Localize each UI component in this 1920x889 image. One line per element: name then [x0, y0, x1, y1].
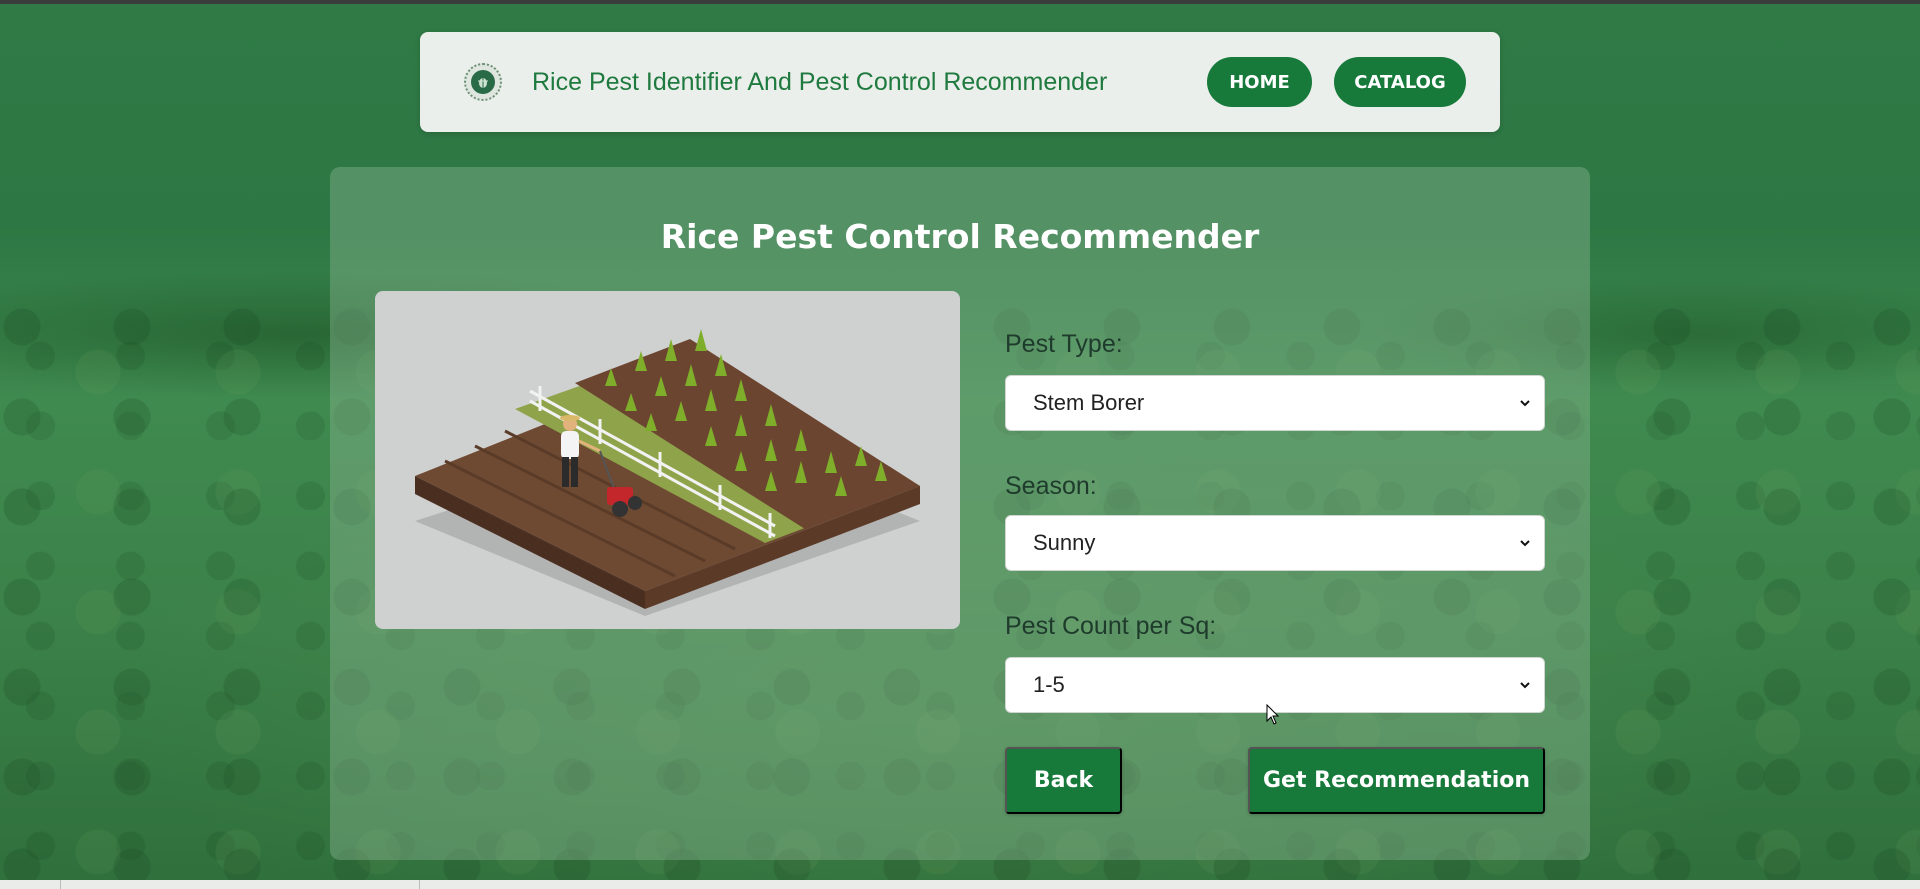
catalog-button[interactable]: CATALOG: [1334, 57, 1466, 107]
taskbar-tab[interactable]: [60, 880, 420, 889]
recommender-card: Rice Pest Control Recommender Pest Type:…: [330, 167, 1590, 860]
taskbar-strip: [0, 880, 1920, 889]
mouse-cursor-icon: [1266, 704, 1280, 725]
pest-count-value: 1-5: [1033, 672, 1065, 697]
season-label: Season:: [1005, 472, 1097, 500]
home-button[interactable]: HOME: [1207, 57, 1312, 107]
season-value: Sunny: [1033, 530, 1096, 555]
navbar: Rice Pest Identifier And Pest Control Re…: [420, 32, 1500, 132]
get-recommendation-button[interactable]: Get Recommendation: [1248, 747, 1545, 814]
chevron-down-icon: [1520, 540, 1530, 547]
chevron-down-icon: [1520, 682, 1530, 689]
pest-type-label: Pest Type:: [1005, 330, 1123, 358]
chevron-down-icon: [1520, 400, 1530, 407]
app-title: Rice Pest Identifier And Pest Control Re…: [532, 68, 1108, 96]
recommendation-form: Pest Type: Stem Borer Season: Sunny Pest…: [1005, 167, 1545, 860]
pest-count-label: Pest Count per Sq:: [1005, 612, 1217, 640]
pest-type-select[interactable]: Stem Borer: [1005, 375, 1545, 431]
leaf-logo-icon[interactable]: [464, 63, 502, 101]
season-select[interactable]: Sunny: [1005, 515, 1545, 571]
back-button[interactable]: Back: [1005, 747, 1122, 814]
farmer-tilling-field-illustration: [375, 291, 960, 629]
bug-icon: [478, 78, 488, 88]
pest-type-value: Stem Borer: [1033, 390, 1145, 415]
